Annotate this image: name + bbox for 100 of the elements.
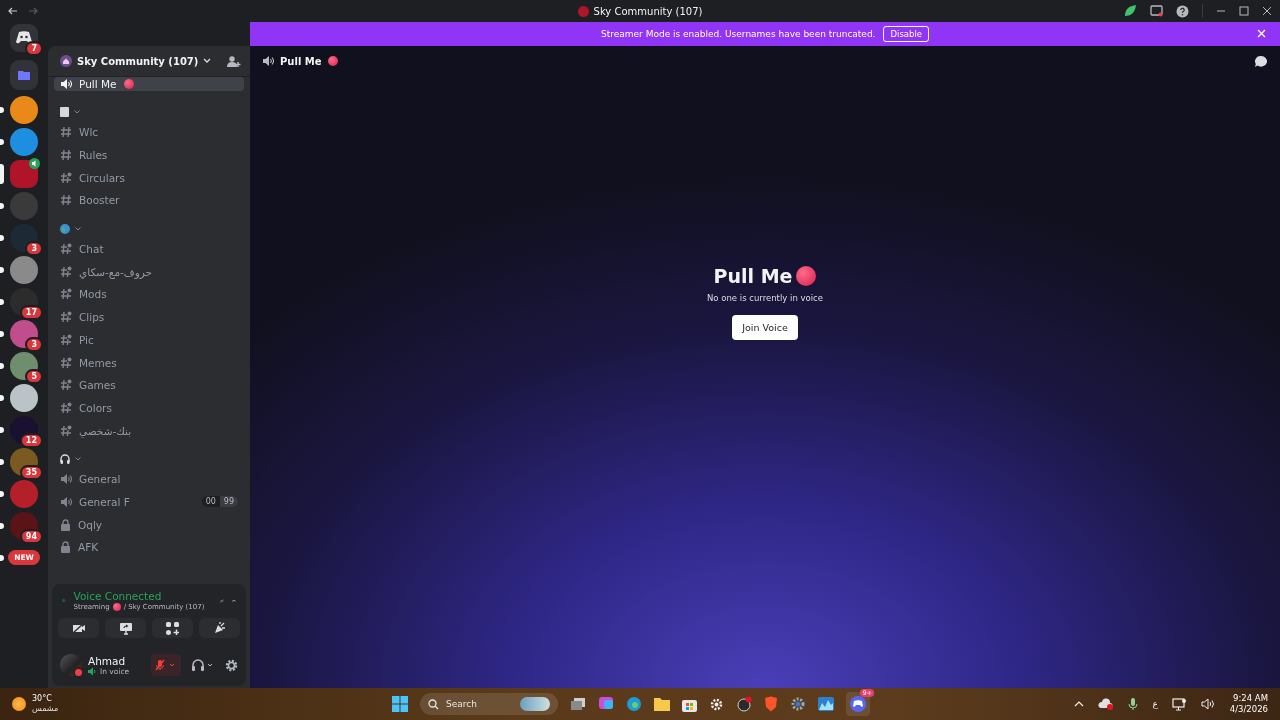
chevron-up-icon[interactable] xyxy=(1074,701,1085,707)
emoji-icon xyxy=(327,56,338,66)
hash-icon xyxy=(60,333,72,346)
channel-item[interactable]: Pic xyxy=(54,328,244,352)
gear-icon[interactable] xyxy=(709,696,724,712)
chart-app-icon[interactable] xyxy=(818,697,834,711)
voice-channel-title: Pull Me xyxy=(713,264,793,287)
headphones-icon xyxy=(60,453,70,464)
empty-message: No one is currently in voice xyxy=(707,292,823,303)
banner-message: Streamer Mode is enabled. Usernames have been truncated. xyxy=(601,29,876,39)
speaker-icon xyxy=(262,55,274,67)
chevron-down-icon xyxy=(75,226,81,231)
server-icon[interactable] xyxy=(10,256,38,284)
cloud-icon[interactable] xyxy=(1098,698,1115,710)
channel-item[interactable]: بنك-شخصي xyxy=(54,419,244,442)
channel-item[interactable]: Booster xyxy=(54,189,244,212)
channel-item[interactable]: Memes xyxy=(54,351,244,374)
notification-badge: 12 xyxy=(19,433,43,448)
notification-badge: 3 xyxy=(25,241,43,256)
channel-item[interactable]: General F 00 99 xyxy=(54,490,244,514)
chat-bubble-icon[interactable] xyxy=(1254,54,1268,68)
channel-item[interactable]: Colors xyxy=(54,396,244,420)
leaf-icon[interactable] xyxy=(1123,4,1137,18)
notification-badge: 94 xyxy=(19,529,43,544)
channel-item[interactable]: Clips xyxy=(54,305,244,329)
mute-button[interactable] xyxy=(151,654,181,676)
shield-icon[interactable] xyxy=(764,696,778,712)
start-icon[interactable] xyxy=(392,696,408,712)
clock-time[interactable]: 9:24 AM xyxy=(1233,693,1268,704)
channel-item[interactable]: AFK xyxy=(54,536,244,559)
soundboard-button[interactable] xyxy=(199,618,240,638)
channel-item[interactable]: Circulars xyxy=(54,166,244,190)
channel-item[interactable]: Mods xyxy=(54,283,244,306)
channel-item[interactable]: Wlc xyxy=(54,121,244,144)
server-name: Sky Community (107) xyxy=(77,55,199,67)
disable-button[interactable]: Disable xyxy=(883,26,929,42)
settings-icon[interactable] xyxy=(225,658,238,672)
channel-title: Pull Me xyxy=(280,55,322,67)
folder-icon xyxy=(18,70,30,80)
gear-icon[interactable] xyxy=(790,696,806,712)
limit-count: 00 xyxy=(204,496,217,508)
help-icon[interactable] xyxy=(1176,4,1189,18)
maximize-icon[interactable] xyxy=(1239,6,1249,16)
globe-icon xyxy=(60,223,70,234)
task-view-icon[interactable] xyxy=(570,697,586,711)
channel-item[interactable]: Rules xyxy=(54,143,244,167)
speaker-icon xyxy=(60,78,72,90)
server-icon[interactable] xyxy=(10,96,38,124)
weather-condition: مشمس xyxy=(32,704,59,714)
hash-icon xyxy=(60,311,72,324)
clock-date[interactable]: 4/3/2026 xyxy=(1229,704,1268,715)
close-icon[interactable] xyxy=(1262,6,1272,16)
chevron-down-icon xyxy=(75,456,81,461)
hash-icon xyxy=(60,424,72,437)
network-icon[interactable] xyxy=(1171,697,1187,711)
notification-badge: 3 xyxy=(25,337,43,352)
user-avatar[interactable] xyxy=(60,654,82,676)
temperature: 30°C xyxy=(32,694,53,704)
shapes-icon xyxy=(166,621,179,635)
browser-icon[interactable] xyxy=(626,696,642,712)
hash-icon xyxy=(60,288,72,301)
record-icon[interactable] xyxy=(736,696,752,712)
server-icon[interactable] xyxy=(10,160,38,188)
channel-item[interactable]: Chat xyxy=(54,237,244,261)
voice-status: Voice Connected xyxy=(73,590,163,602)
join-voice-button[interactable]: Join Voice xyxy=(732,314,798,340)
channel-item[interactable]: Oqly xyxy=(54,513,244,536)
screen-share-icon xyxy=(118,621,133,635)
server-icon[interactable] xyxy=(10,128,38,156)
app-tile-icon[interactable] xyxy=(598,696,614,712)
hash-icon xyxy=(60,401,72,414)
speaker-icon xyxy=(60,473,72,486)
channel-item[interactable]: Games xyxy=(54,373,244,397)
camera-off-button[interactable] xyxy=(58,618,99,638)
hash-icon xyxy=(60,379,72,392)
forward-arrow-icon[interactable] xyxy=(28,6,38,16)
window-title: Sky Community (107) xyxy=(593,5,703,17)
channel-item[interactable]: حروف-مع-سكاي xyxy=(54,260,244,284)
volume-icon[interactable] xyxy=(1200,698,1216,710)
add-member-icon[interactable] xyxy=(227,54,241,68)
document-icon xyxy=(60,107,69,117)
keyboard-language[interactable]: ع xyxy=(1152,699,1158,709)
folder-button[interactable] xyxy=(10,60,38,90)
microphone-icon[interactable] xyxy=(1128,697,1139,711)
party-popper-icon xyxy=(212,621,227,635)
headphones-icon xyxy=(191,659,215,671)
hash-icon xyxy=(60,126,72,139)
limit-count: 99 xyxy=(219,496,238,508)
emoji-icon xyxy=(112,603,121,611)
server-icon[interactable] xyxy=(10,384,38,412)
back-arrow-icon[interactable] xyxy=(8,6,18,16)
screen-icon[interactable] xyxy=(1150,5,1163,17)
controller-logo-icon xyxy=(15,31,33,45)
channel-item[interactable]: General xyxy=(54,467,244,491)
screen-share-button[interactable] xyxy=(105,618,146,638)
channel-item[interactable]: Pull Me xyxy=(54,77,244,91)
sun-icon[interactable] xyxy=(12,697,26,711)
activities-button[interactable] xyxy=(152,618,193,638)
speaker-icon xyxy=(88,666,97,676)
folder-icon[interactable] xyxy=(654,697,670,711)
